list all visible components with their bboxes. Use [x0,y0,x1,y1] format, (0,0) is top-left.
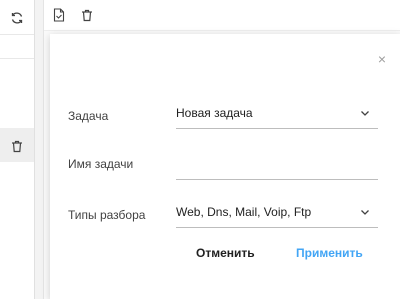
divider [0,34,34,35]
trash-icon[interactable] [80,8,94,22]
chevron-down-icon [361,111,369,116]
trash-icon[interactable] [10,139,24,153]
document-icon[interactable] [52,8,66,22]
task-name-label: Имя задачи [68,157,134,171]
task-select-value: Новая задача [176,106,253,120]
task-select[interactable]: Новая задача [176,100,378,129]
left-panel [0,0,35,299]
chevron-down-icon [361,210,369,215]
close-icon[interactable]: × [378,52,386,66]
cancel-button[interactable]: Отменить [196,246,255,260]
right-panel: × Задача Новая задача Имя задачи Типы ра… [44,0,400,299]
task-label: Задача [68,109,109,123]
apply-button[interactable]: Применить [296,246,363,260]
parse-types-select[interactable]: Web, Dns, Mail, Voip, Ftp [176,199,378,228]
parse-types-value: Web, Dns, Mail, Voip, Ftp [176,205,312,219]
panel-divider [35,0,44,299]
parse-types-label: Типы разбора [68,208,146,222]
task-dialog: × Задача Новая задача Имя задачи Типы ра… [50,34,400,299]
refresh-icon[interactable] [10,11,24,25]
toolbar [44,0,400,31]
task-name-field[interactable] [176,151,378,180]
divider [0,58,34,59]
